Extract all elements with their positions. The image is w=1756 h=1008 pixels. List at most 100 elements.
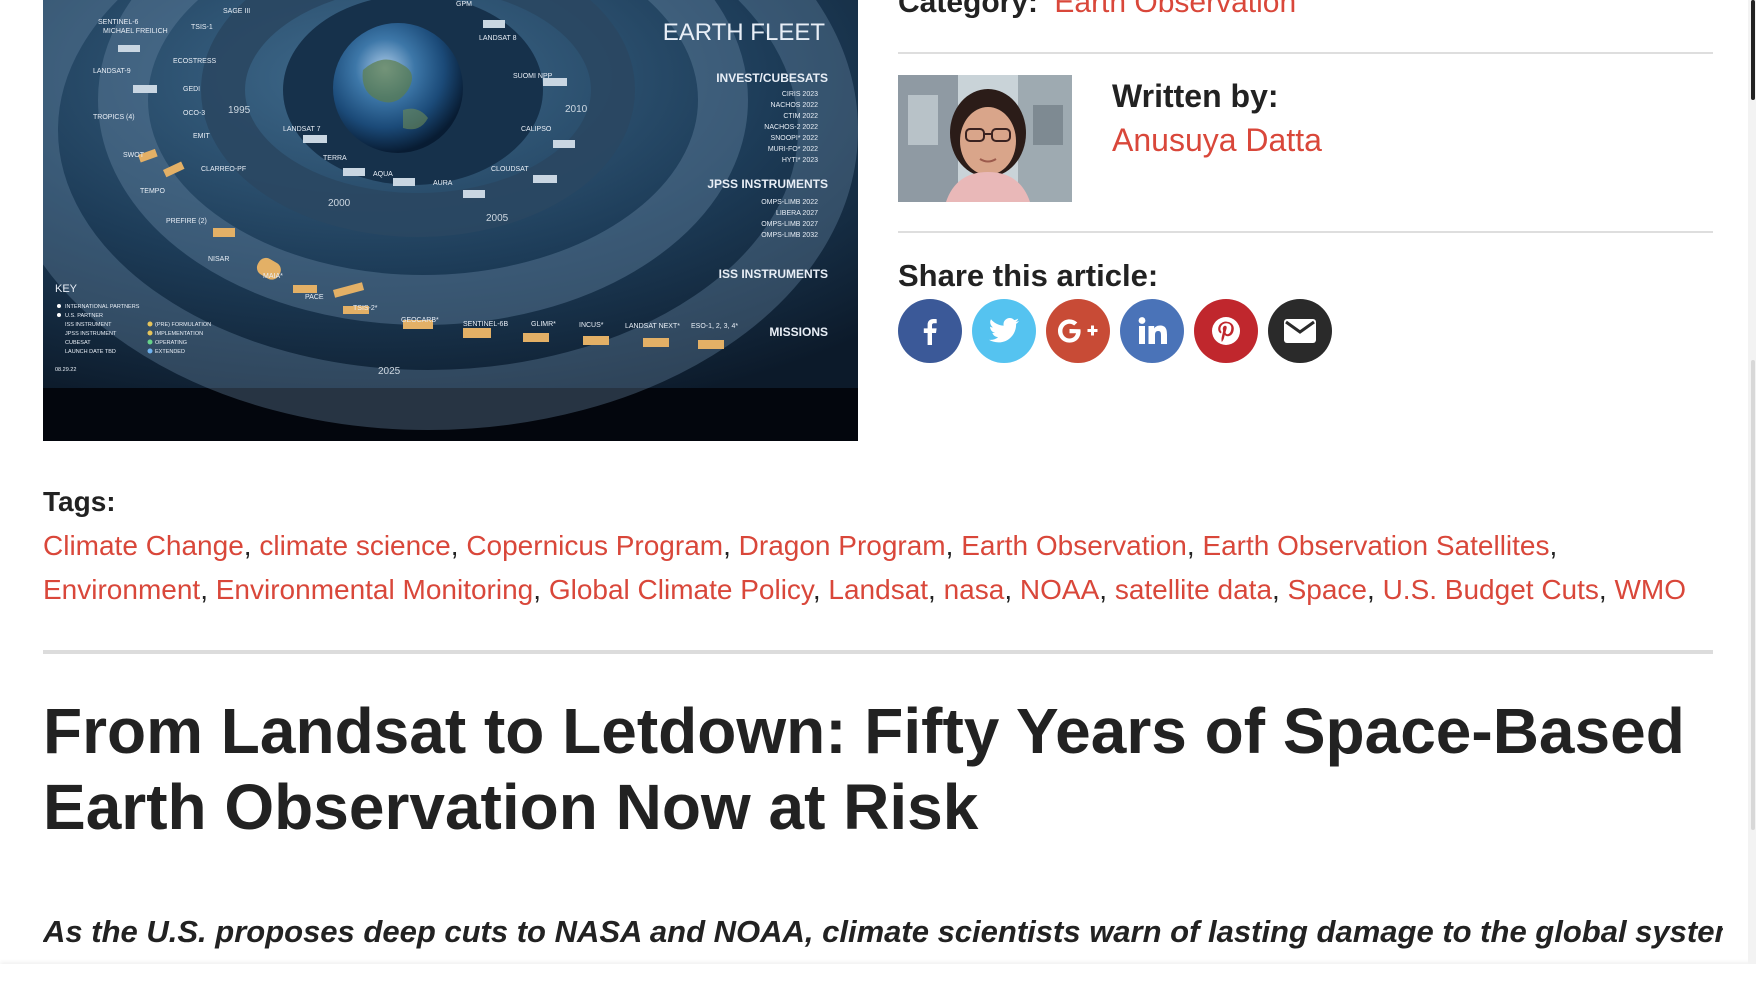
share-facebook-button[interactable] xyxy=(898,299,962,363)
svg-text:INVEST/CUBESATS: INVEST/CUBESATS xyxy=(716,71,828,85)
scrollbar-thumb[interactable] xyxy=(1751,0,1755,100)
share-twitter-button[interactable] xyxy=(972,299,1036,363)
svg-text:08.29.22: 08.29.22 xyxy=(55,367,76,373)
svg-text:OMPS-LIMB 2027: OMPS-LIMB 2027 xyxy=(761,221,818,228)
svg-text:MISSIONS: MISSIONS xyxy=(769,325,828,339)
svg-text:MAIA*: MAIA* xyxy=(263,273,283,280)
tag-link[interactable]: nasa xyxy=(944,574,1005,605)
tag-link[interactable]: WMO xyxy=(1614,574,1686,605)
svg-text:LANDSAT 8: LANDSAT 8 xyxy=(479,35,517,42)
scrollbar-thumb-secondary[interactable] xyxy=(1751,360,1755,830)
svg-text:LAUNCH DATE TBD: LAUNCH DATE TBD xyxy=(65,349,116,355)
tag-link[interactable]: Climate Change xyxy=(43,530,244,561)
svg-text:LANDSAT NEXT*: LANDSAT NEXT* xyxy=(625,323,680,330)
category-line: Category: Earth Observation xyxy=(898,0,1296,20)
tag-link[interactable]: Copernicus Program xyxy=(466,530,723,561)
share-buttons xyxy=(898,299,1332,363)
tag-link[interactable]: satellite data xyxy=(1115,574,1272,605)
written-by-label: Written by: xyxy=(1112,78,1279,114)
author-avatar[interactable] xyxy=(898,75,1072,202)
svg-text:JPSS INSTRUMENTS: JPSS INSTRUMENTS xyxy=(707,177,828,191)
article-title: From Landsat to Letdown: Fifty Years of … xyxy=(43,695,1685,843)
article-lead: As the U.S. proposes deep cuts to NASA a… xyxy=(43,914,1723,949)
svg-text:OMPS-LIMB 2022: OMPS-LIMB 2022 xyxy=(761,199,818,206)
share-email-button[interactable] xyxy=(1268,299,1332,363)
svg-text:LANDSAT-9: LANDSAT-9 xyxy=(93,68,131,75)
svg-text:(PRE) FORMULATION: (PRE) FORMULATION xyxy=(155,322,211,328)
svg-text:NACHOS-2 2022: NACHOS-2 2022 xyxy=(764,124,818,131)
svg-text:OMPS-LIMB 2032: OMPS-LIMB 2032 xyxy=(761,232,818,239)
svg-text:NISAR: NISAR xyxy=(208,256,229,263)
svg-text:HYTI* 2023: HYTI* 2023 xyxy=(782,157,818,164)
svg-text:SENTINEL-6: SENTINEL-6 xyxy=(98,19,139,26)
category-label: Category: xyxy=(898,0,1039,19)
category-link[interactable]: Earth Observation xyxy=(1054,0,1296,19)
tag-link[interactable]: Global Climate Policy xyxy=(549,574,813,605)
section-divider xyxy=(43,650,1713,654)
bottom-bar xyxy=(0,964,1756,1008)
svg-text:TSIS-2*: TSIS-2* xyxy=(353,305,378,312)
share-linkedin-button[interactable] xyxy=(1120,299,1184,363)
svg-text:OPERATING: OPERATING xyxy=(155,340,187,346)
svg-text:SUOMI NPP: SUOMI NPP xyxy=(513,73,553,80)
svg-text:SENTINEL-6B: SENTINEL-6B xyxy=(463,321,508,328)
linkedin-icon xyxy=(1138,317,1167,344)
tag-link[interactable]: Dragon Program xyxy=(739,530,946,561)
svg-text:LIBERA 2027: LIBERA 2027 xyxy=(776,210,818,217)
tags-label: Tags: xyxy=(43,486,116,517)
svg-text:CIRIS 2023: CIRIS 2023 xyxy=(782,91,818,98)
svg-text:KEY: KEY xyxy=(55,283,78,295)
tag-link[interactable]: Earth Observation Satellites xyxy=(1202,530,1549,561)
page: EARTH FLEET INVEST/CUBESATS CIRIS 2023 N… xyxy=(0,0,1756,1008)
facebook-icon xyxy=(923,319,937,345)
svg-text:MURI-FO* 2022: MURI-FO* 2022 xyxy=(768,146,818,153)
divider xyxy=(898,52,1713,54)
tag-link[interactable]: Space xyxy=(1288,574,1367,605)
share-label: Share this article: xyxy=(898,258,1159,293)
svg-text:TEMPO: TEMPO xyxy=(140,188,165,195)
pinterest-icon xyxy=(1212,317,1240,345)
avatar-photo xyxy=(898,75,1072,202)
svg-text:2005: 2005 xyxy=(486,213,509,224)
svg-text:CTIM 2022: CTIM 2022 xyxy=(783,113,818,120)
svg-text:ISS INSTRUMENTS: ISS INSTRUMENTS xyxy=(719,267,828,281)
tag-link[interactable]: Landsat xyxy=(828,574,928,605)
svg-text:EMIT: EMIT xyxy=(193,133,210,140)
tag-link[interactable]: Environment xyxy=(43,574,200,605)
svg-text:SNOOPI* 2022: SNOOPI* 2022 xyxy=(771,135,819,142)
svg-text:TERRA: TERRA xyxy=(323,155,347,162)
tag-link[interactable]: U.S. Budget Cuts xyxy=(1383,574,1599,605)
svg-text:SWOT: SWOT xyxy=(123,152,145,159)
svg-text:GPM: GPM xyxy=(456,1,472,8)
svg-text:GLIMR*: GLIMR* xyxy=(531,321,556,328)
svg-text:JPSS INSTRUMENT: JPSS INSTRUMENT xyxy=(65,331,117,337)
svg-text:CUBESAT: CUBESAT xyxy=(65,340,91,346)
tag-link[interactable]: Earth Observation xyxy=(961,530,1187,561)
earth-fleet-graphic: EARTH FLEET INVEST/CUBESATS CIRIS 2023 N… xyxy=(43,0,858,441)
svg-text:OCO-3: OCO-3 xyxy=(183,110,205,117)
svg-text:SAGE III: SAGE III xyxy=(223,8,250,15)
svg-text:U.S. PARTNER: U.S. PARTNER xyxy=(65,313,103,319)
svg-text:AURA: AURA xyxy=(433,180,453,187)
svg-text:2025: 2025 xyxy=(378,366,401,377)
share-pinterest-button[interactable] xyxy=(1194,299,1258,363)
svg-text:AQUA: AQUA xyxy=(373,171,393,178)
svg-text:TSIS-1: TSIS-1 xyxy=(191,24,213,31)
svg-text:LANDSAT 7: LANDSAT 7 xyxy=(283,126,321,133)
share-google-plus-button[interactable] xyxy=(1046,299,1110,363)
divider xyxy=(898,231,1713,233)
svg-text:PACE: PACE xyxy=(305,294,324,301)
tag-link[interactable]: Environmental Monitoring xyxy=(216,574,534,605)
hero-image[interactable]: EARTH FLEET INVEST/CUBESATS CIRIS 2023 N… xyxy=(43,0,858,441)
svg-text:2000: 2000 xyxy=(328,198,351,209)
svg-text:1995: 1995 xyxy=(228,105,251,116)
twitter-icon xyxy=(988,318,1019,343)
svg-text:ESO-1, 2, 3, 4*: ESO-1, 2, 3, 4* xyxy=(691,323,738,330)
svg-text:IMPLEMENTATION: IMPLEMENTATION xyxy=(155,331,203,337)
author-name-link[interactable]: Anusuya Datta xyxy=(1112,122,1322,159)
svg-text:ISS INSTRUMENT: ISS INSTRUMENT xyxy=(65,322,112,328)
tag-link[interactable]: NOAA xyxy=(1020,574,1099,605)
tag-link[interactable]: climate science xyxy=(259,530,450,561)
svg-text:TROPICS (4): TROPICS (4) xyxy=(93,114,135,121)
tags-list: Climate Change, climate science, Coperni… xyxy=(43,530,1686,605)
